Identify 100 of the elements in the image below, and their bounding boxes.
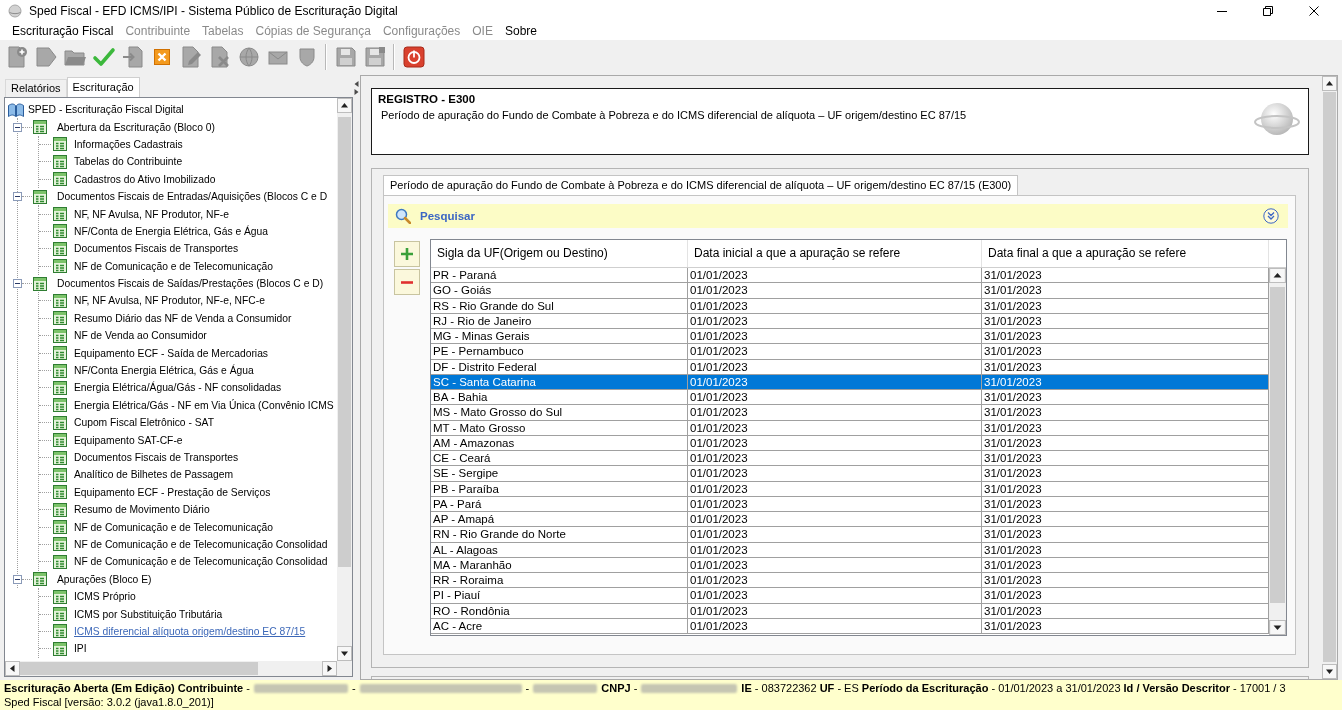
table-cell[interactable]: AL - Alagoas	[431, 542, 688, 558]
remove-row-button[interactable]	[394, 269, 420, 295]
table-cell[interactable]: 01/01/2023	[688, 542, 982, 558]
table-cell[interactable]: 31/01/2023	[982, 283, 1269, 299]
table-cell[interactable]: SE - Sergipe	[431, 466, 688, 482]
collapse-icon[interactable]	[13, 122, 22, 132]
scroll-down-button[interactable]	[1269, 620, 1286, 635]
table-cell[interactable]: 01/01/2023	[688, 313, 982, 329]
table-cell[interactable]: 01/01/2023	[688, 512, 982, 528]
search-panel-toggle[interactable]: Pesquisar	[388, 204, 1288, 228]
table-cell[interactable]: 01/01/2023	[688, 283, 982, 299]
vertical-scrollbar[interactable]	[1269, 268, 1286, 635]
tree-item[interactable]: Analítico de Bilhetes de Passagem	[74, 469, 234, 481]
table-cell[interactable]: 31/01/2023	[982, 435, 1269, 451]
table-cell[interactable]: 01/01/2023	[688, 481, 982, 497]
table-cell[interactable]: 01/01/2023	[688, 344, 982, 360]
table-cell[interactable]: 31/01/2023	[982, 268, 1269, 284]
tree-item[interactable]: Energia Elétrica/Água/Gás - NF consolidadas	[74, 382, 282, 394]
table-cell[interactable]: 01/01/2023	[688, 466, 982, 482]
table-cell[interactable]: AP - Amapá	[431, 512, 688, 528]
scrollbar-thumb[interactable]	[1270, 287, 1285, 603]
table-cell[interactable]: 31/01/2023	[982, 618, 1269, 634]
table-cell[interactable]: 31/01/2023	[982, 329, 1269, 345]
table-cell[interactable]: MT - Mato Grosso	[431, 420, 688, 436]
collapse-arrows-icon[interactable]	[354, 80, 359, 96]
table-cell[interactable]: MG - Minas Gerais	[431, 329, 688, 345]
scroll-up-button[interactable]	[1269, 268, 1286, 283]
scroll-up-button[interactable]	[1322, 76, 1337, 91]
horizontal-scrollbar[interactable]	[5, 661, 337, 676]
table-cell[interactable]: 01/01/2023	[688, 390, 982, 406]
table-cell[interactable]: MA - Maranhão	[431, 557, 688, 573]
table-cell[interactable]: PE - Pernambuco	[431, 344, 688, 360]
column-header[interactable]: Sigla da UF(Origem ou Destino)	[431, 240, 688, 267]
table-cell[interactable]: RR - Roraima	[431, 573, 688, 589]
table-cell[interactable]: 31/01/2023	[982, 344, 1269, 360]
tree-item[interactable]: Apurações (Bloco E)	[57, 573, 152, 585]
table-cell[interactable]: 01/01/2023	[688, 588, 982, 604]
tree-item[interactable]: ICMS Próprio	[74, 591, 136, 603]
table-cell[interactable]: 01/01/2023	[688, 451, 982, 467]
table-cell[interactable]: 31/01/2023	[982, 298, 1269, 314]
collapse-icon[interactable]	[13, 279, 22, 289]
table-cell[interactable]: 01/01/2023	[688, 329, 982, 345]
tree-item[interactable]: IPI	[74, 643, 87, 655]
table-cell[interactable]: 01/01/2023	[688, 496, 982, 512]
tree-item[interactable]: NF/Conta de Energia Elétrica, Gás e Água	[74, 225, 269, 237]
collapse-icon[interactable]	[13, 574, 22, 584]
table-cell[interactable]: BA - Bahia	[431, 390, 688, 406]
table-cell[interactable]: 01/01/2023	[688, 268, 982, 284]
tree-item[interactable]: Cupom Fiscal Eletrônico - SAT	[74, 417, 214, 429]
scroll-up-button[interactable]	[337, 98, 352, 113]
tree-item[interactable]: Equipamento ECF - Saída de Mercadorias	[74, 347, 269, 359]
tree-item[interactable]: Documentos Fiscais de Transportes	[74, 243, 239, 255]
tree-item[interactable]: ICMS por Substituição Tributária	[74, 608, 223, 620]
table-cell[interactable]: 01/01/2023	[688, 420, 982, 436]
table-cell[interactable]: DF - Distrito Federal	[431, 359, 688, 375]
table-cell[interactable]: 01/01/2023	[688, 573, 982, 589]
tree-item[interactable]: Resumo de Movimento Diário	[74, 504, 210, 516]
tree-item[interactable]: Cadastros do Ativo Imobilizado	[74, 173, 216, 185]
table-cell[interactable]: PB - Paraíba	[431, 481, 688, 497]
table-cell[interactable]: GO - Goiás	[431, 283, 688, 299]
table-cell[interactable]: 01/01/2023	[688, 359, 982, 375]
column-header[interactable]: Data final a que a apuração se refere	[982, 240, 1269, 267]
table-cell[interactable]: 01/01/2023	[688, 298, 982, 314]
tree-item[interactable]: Energia Elétrica/Gás - NF em Via Única (Convênio ICMS	[74, 399, 334, 411]
scroll-left-button[interactable]	[5, 661, 20, 676]
tree-item[interactable]: NF, NF Avulsa, NF Produtor, NF-e, NFC-e	[74, 295, 265, 307]
table-cell[interactable]: 31/01/2023	[982, 420, 1269, 436]
tree-item[interactable]: Documentos Fiscais de Entradas/Aquisições (Blocos C e D	[57, 191, 328, 203]
table-cell[interactable]: 31/01/2023	[982, 603, 1269, 619]
table-cell[interactable]: 31/01/2023	[982, 405, 1269, 421]
table-cell[interactable]: 31/01/2023	[982, 512, 1269, 528]
table-cell[interactable]: 31/01/2023	[982, 588, 1269, 604]
table-cell[interactable]: 31/01/2023	[982, 390, 1269, 406]
table-cell[interactable]: MS - Mato Grosso do Sul	[431, 405, 688, 421]
tab[interactable]: Período de apuração do Fundo de Combate à Pobreza e do ICMS diferencial de alíquota – UF origem/destino EC 87/15 (E300)	[383, 175, 1019, 195]
scrollbar-thumb[interactable]	[1323, 92, 1336, 662]
tree-item[interactable]: Equipamento ECF - Prestação de Serviços	[74, 486, 271, 498]
table-cell[interactable]: PA - Pará	[431, 496, 688, 512]
tree-item[interactable]: Documentos Fiscais de Saídas/Prestações (Blocos C e D)	[57, 278, 324, 290]
table-cell[interactable]: RS - Rio Grande do Sul	[431, 298, 688, 314]
tree-item[interactable]: Abertura da Escrituração (Bloco 0)	[57, 121, 215, 133]
tree-item[interactable]: NF de Venda ao Consumidor	[74, 330, 207, 342]
tree-item[interactable]: Tabelas do Contribuinte	[74, 156, 183, 168]
table-cell[interactable]: 01/01/2023	[688, 405, 982, 421]
tree-item[interactable]: NF/Conta Energia Elétrica, Gás e Água	[74, 365, 254, 377]
table-cell[interactable]: 31/01/2023	[982, 481, 1269, 497]
table-cell[interactable]: 31/01/2023	[982, 542, 1269, 558]
collapse-icon[interactable]	[13, 192, 22, 202]
table-cell[interactable]: AM - Amazonas	[431, 435, 688, 451]
tab[interactable]: Escrituração	[66, 77, 140, 97]
tree-item[interactable]: NF de Comunicação e de Telecomunicação Consolidad	[74, 538, 328, 550]
table-cell[interactable]: 31/01/2023	[982, 496, 1269, 512]
tree-item[interactable]: NF de Comunicação e de Telecomunicação	[74, 260, 273, 272]
vertical-scrollbar[interactable]	[1322, 76, 1337, 679]
table-cell[interactable]: AC - Acre	[431, 618, 688, 634]
table-cell[interactable]: PR - Paraná	[431, 268, 688, 284]
column-header[interactable]: Data inicial a que a apuração se refere	[688, 240, 982, 267]
table-cell[interactable]: 01/01/2023	[688, 603, 982, 619]
scrollbar-thumb[interactable]	[338, 117, 351, 567]
tree-item[interactable]: Informações Cadastrais	[74, 138, 183, 150]
